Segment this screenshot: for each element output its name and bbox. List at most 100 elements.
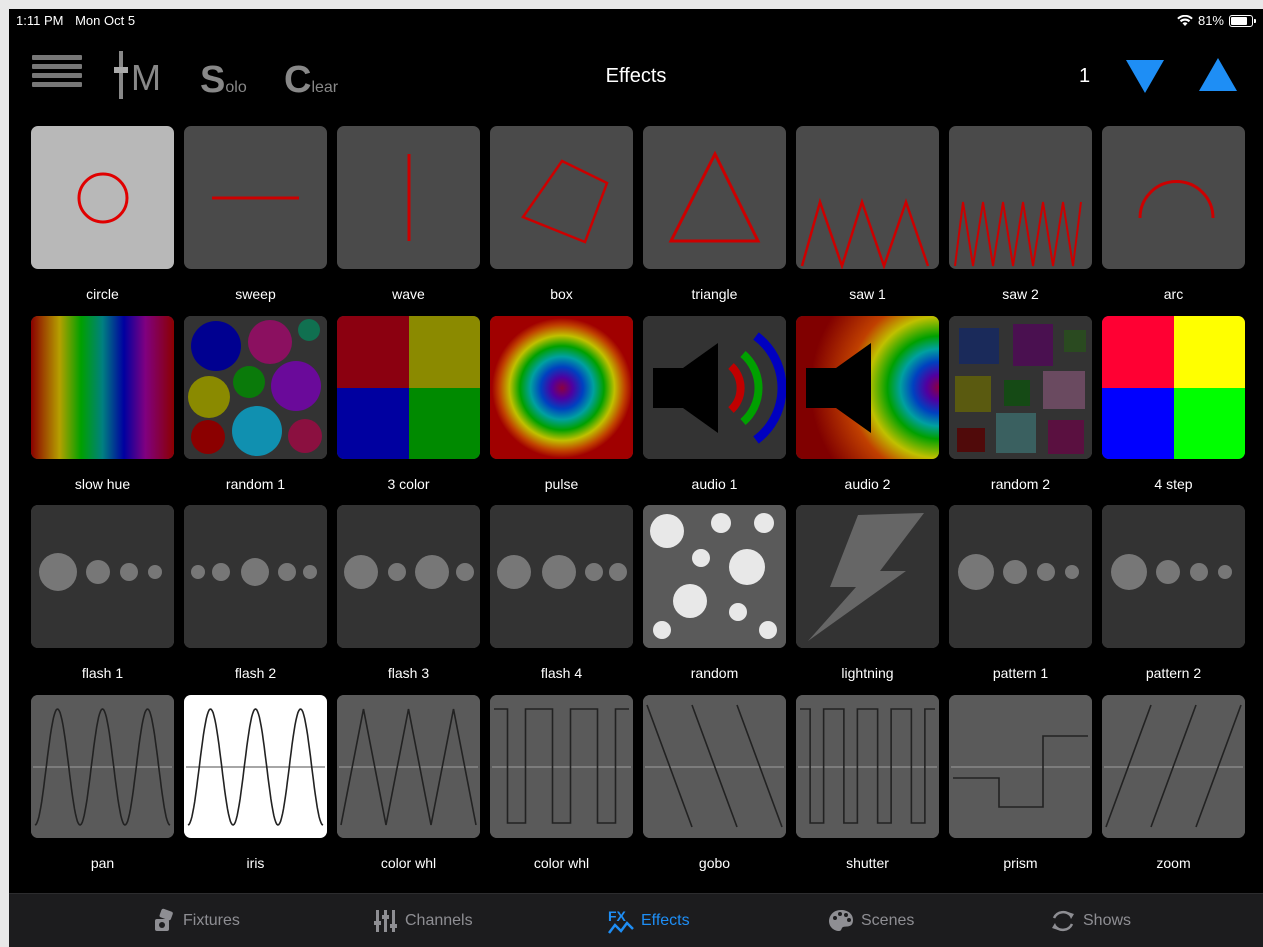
effect-audio-2-button[interactable]: audio 2: [796, 315, 939, 492]
effect-gobo-icon: [643, 694, 786, 838]
effect-label: flash 2: [234, 665, 277, 681]
tab-label: Fixtures: [183, 912, 240, 929]
effect-flash-3-button[interactable]: flash 3: [337, 505, 480, 681]
page-up-icon[interactable]: [1199, 58, 1237, 91]
effect-random-button[interactable]: random: [643, 505, 786, 681]
tab-effects[interactable]: FX Effects: [607, 894, 690, 947]
effect-triangle-icon: [643, 126, 786, 269]
effect-sweep-button[interactable]: sweep: [184, 126, 327, 302]
effect-label: audio 2: [844, 475, 891, 492]
effect-flash-4-button[interactable]: flash 4: [490, 505, 633, 681]
effect-triangle-button[interactable]: triangle: [643, 126, 786, 302]
effect-audio-1-button[interactable]: audio 1: [643, 315, 786, 492]
effect-label: wave: [392, 286, 425, 302]
effect-label: random: [690, 665, 739, 681]
effect-3-color-icon: [337, 315, 480, 459]
effect-slow-hue-icon: [31, 315, 174, 459]
effect-circle-button[interactable]: circle: [31, 126, 174, 302]
palette-icon: [827, 907, 855, 935]
effect-slow-hue-button[interactable]: slow hue: [31, 315, 174, 492]
effect-flash-1-icon: [31, 505, 174, 648]
effect-label: gobo: [698, 854, 731, 871]
fixture-icon: [149, 907, 177, 935]
effect-sweep-icon: [184, 126, 327, 269]
effect-4-step-icon: [1102, 315, 1245, 459]
app-screen: 1:11 PM Mon Oct 5 81% M Solo Clear Effec…: [9, 9, 1263, 947]
tab-label: Channels: [405, 912, 473, 929]
effect-pattern-2-button[interactable]: pattern 2: [1102, 505, 1245, 681]
effect-color-whl-button[interactable]: color whl: [490, 694, 633, 871]
effect-label: arc: [1163, 286, 1184, 302]
effect-label: saw 2: [1002, 286, 1039, 302]
effect-gobo-button[interactable]: gobo: [643, 694, 786, 871]
effect-label: prism: [1003, 854, 1038, 871]
effect-pattern-2-icon: [1102, 505, 1245, 648]
effect-label: triangle: [691, 286, 738, 302]
effect-saw-2-button[interactable]: saw 2: [949, 126, 1092, 302]
effect-3-color-button[interactable]: 3 color: [337, 315, 480, 492]
page-down-icon[interactable]: [1126, 60, 1164, 93]
effect-flash-2-button[interactable]: flash 2: [184, 505, 327, 681]
tab-shows[interactable]: Shows: [1049, 894, 1131, 947]
effect-lightning-icon: [796, 505, 939, 648]
effect-lightning-button[interactable]: lightning: [796, 505, 939, 681]
effect-label: pattern 1: [992, 665, 1049, 681]
tab-scenes[interactable]: Scenes: [827, 894, 914, 947]
effect-random-2-button[interactable]: random 2: [949, 315, 1092, 492]
effect-pulse-icon: [490, 315, 633, 459]
svg-text:FX: FX: [608, 908, 627, 924]
effect-label: circle: [86, 286, 119, 302]
effect-iris-icon: [184, 694, 327, 838]
effect-label: flash 1: [81, 665, 124, 681]
effects-row: circle sweep wave box triangle saw 1 saw 2 arc: [31, 126, 1246, 316]
effect-box-button[interactable]: box: [490, 126, 633, 302]
effect-random-1-icon: [184, 315, 327, 459]
effect-shutter-button[interactable]: shutter: [796, 694, 939, 871]
battery-percent: 81%: [1197, 13, 1224, 28]
effect-color-whl-button[interactable]: color whl: [337, 694, 480, 871]
effect-random-2-icon: [949, 315, 1092, 459]
effect-label: color whl: [380, 854, 437, 871]
effect-label: pan: [90, 854, 115, 871]
page-title: Effects: [605, 65, 667, 87]
effect-label: iris: [246, 854, 265, 871]
effects-row: flash 1 flash 2 flash 3 flash 4 random lightn…: [31, 505, 1246, 695]
tab-label: Effects: [641, 912, 690, 929]
effect-pattern-1-button[interactable]: pattern 1: [949, 505, 1092, 681]
effect-flash-1-button[interactable]: flash 1: [31, 505, 174, 681]
effects-grid: circle sweep wave box triangle saw 1 saw 2 arc s…: [31, 126, 1246, 884]
effect-audio-2-icon: [796, 315, 939, 459]
effect-label: sweep: [235, 286, 276, 302]
effect-zoom-button[interactable]: zoom: [1102, 694, 1245, 871]
effect-shutter-icon: [796, 694, 939, 838]
effect-4-step-button[interactable]: 4 step: [1102, 315, 1245, 492]
effect-pan-icon: [31, 694, 174, 838]
effect-pan-button[interactable]: pan: [31, 694, 174, 871]
wifi-icon: [1177, 14, 1193, 26]
effect-label: slow hue: [74, 475, 131, 492]
effect-iris-button[interactable]: iris: [184, 694, 327, 871]
page-number: 1: [1079, 65, 1091, 87]
fx-icon: FX: [607, 907, 635, 935]
effect-random-1-button[interactable]: random 1: [184, 315, 327, 492]
effect-saw-1-button[interactable]: saw 1: [796, 126, 939, 302]
tab-label: Scenes: [861, 912, 915, 929]
effect-label: zoom: [1156, 854, 1191, 871]
effect-label: random 1: [225, 475, 286, 492]
effect-audio-1-icon: [643, 315, 786, 459]
tab-channels[interactable]: Channels: [371, 894, 473, 947]
effect-pattern-1-icon: [949, 505, 1092, 648]
status-time: 1:11 PM: [16, 13, 64, 28]
effect-wave-button[interactable]: wave: [337, 126, 480, 302]
effect-zoom-icon: [1102, 694, 1245, 838]
effect-color-whl-icon: [337, 694, 480, 838]
effect-prism-button[interactable]: prism: [949, 694, 1092, 871]
tab-fixtures[interactable]: Fixtures: [149, 894, 240, 947]
status-date: Mon Oct 5: [75, 13, 136, 28]
effect-label: saw 1: [849, 286, 886, 302]
effect-arc-button[interactable]: arc: [1102, 126, 1245, 302]
effect-random-icon: [643, 505, 786, 648]
effect-saw-2-icon: [949, 126, 1092, 269]
effect-pulse-button[interactable]: pulse: [490, 315, 633, 492]
effects-row: pan iris color whl color whl gobo shutter pris…: [31, 694, 1246, 885]
